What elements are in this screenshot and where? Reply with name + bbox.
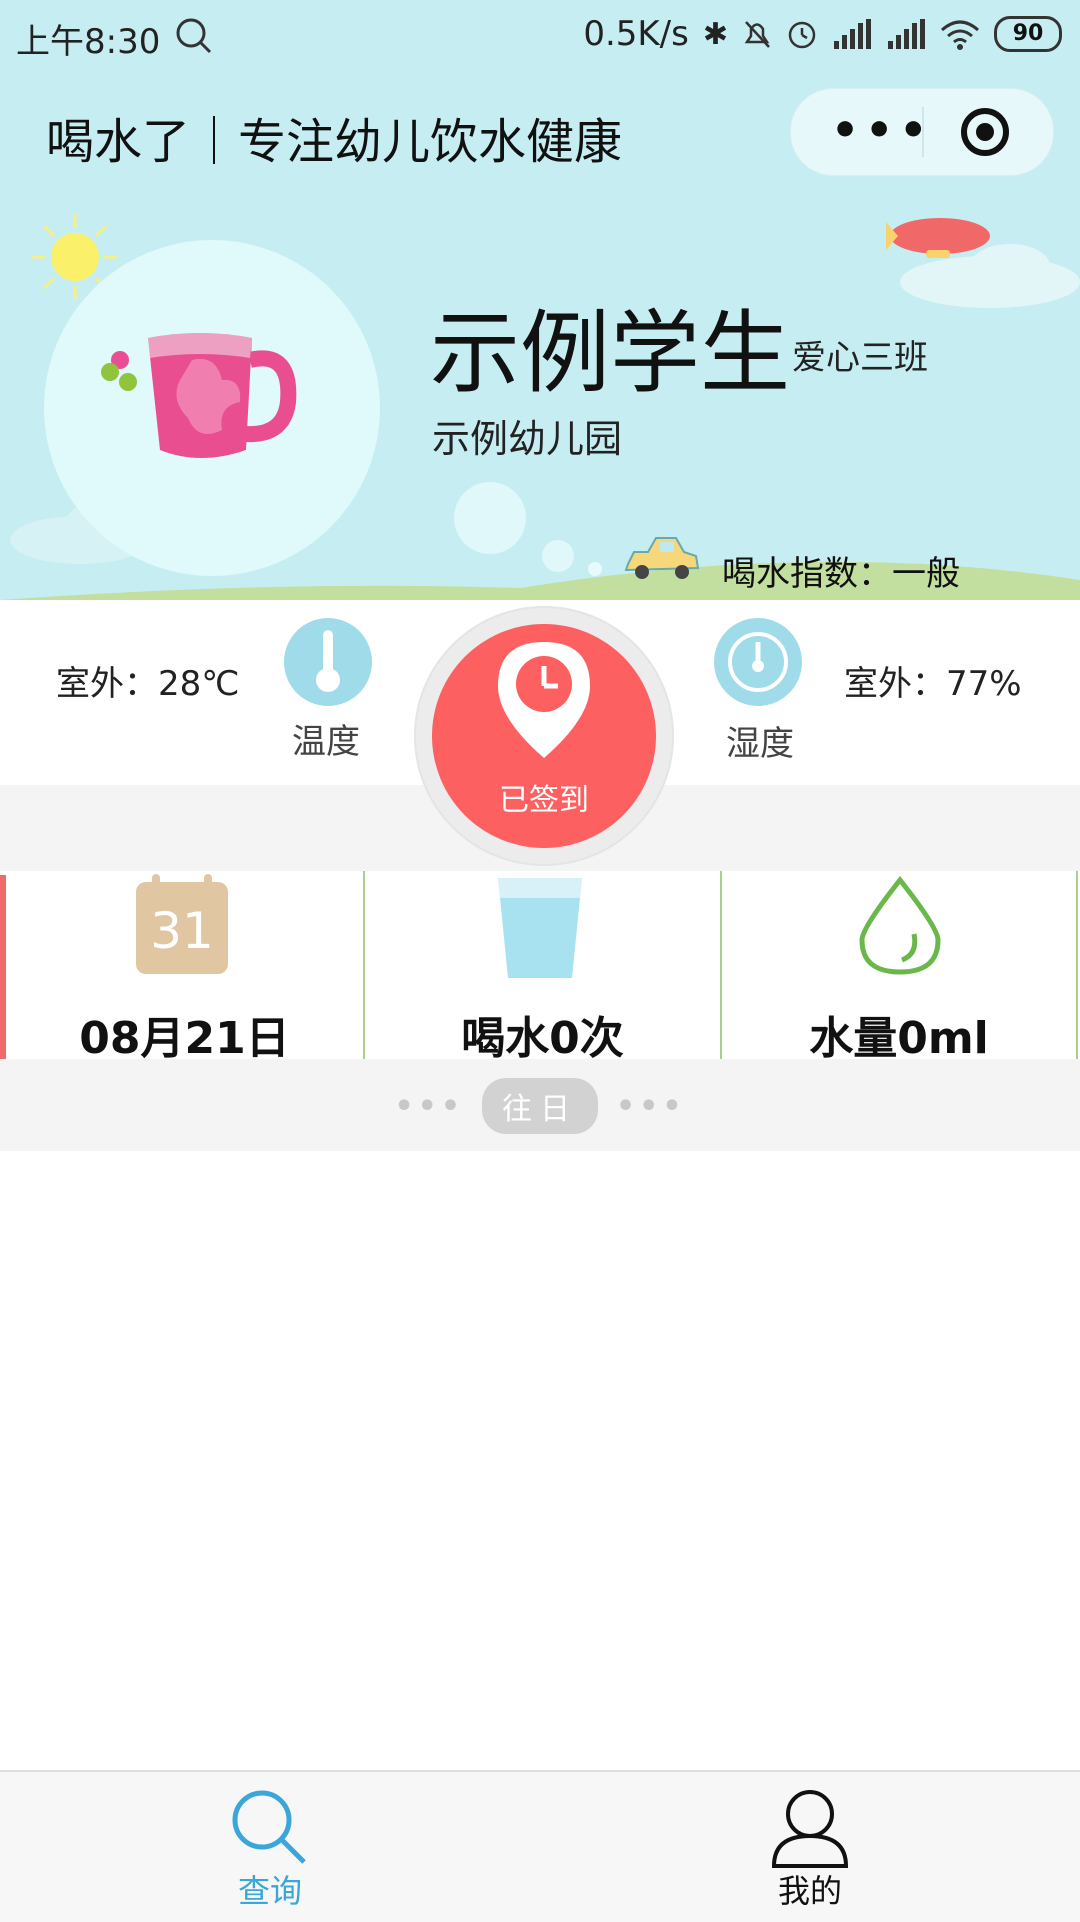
- location-clock-icon: [498, 642, 590, 758]
- water-amount: 水量0ml: [809, 1013, 989, 1064]
- tab-mine[interactable]: 我的: [750, 1782, 870, 1912]
- wifi-icon: [941, 20, 979, 50]
- card-divider: [1076, 871, 1078, 1059]
- calendar-day: 31: [150, 902, 214, 960]
- battery-level: 90: [1012, 21, 1044, 46]
- drink-count: 喝水0次: [461, 1013, 624, 1064]
- school-name: 示例幼儿园: [432, 417, 623, 461]
- temperature-label: 温度: [292, 722, 360, 762]
- search-icon: [176, 18, 212, 54]
- signal-icon: [834, 19, 871, 49]
- bluetooth-icon: ✱: [702, 16, 728, 52]
- history-pager: ••• 往日 •••: [0, 1078, 1080, 1134]
- search-icon: [232, 1790, 306, 1864]
- tab-query[interactable]: 查询: [210, 1782, 330, 1912]
- blimp-icon: [886, 218, 990, 258]
- pager-dots-right: •••: [616, 1088, 686, 1124]
- user-icon: [771, 1790, 849, 1868]
- pager-dots-left: •••: [394, 1088, 464, 1124]
- history-button[interactable]: 往日: [482, 1078, 598, 1134]
- thermometer-icon: [284, 618, 372, 706]
- drink-index: 喝水指数：一般: [722, 554, 960, 594]
- humidity-label: 湿度: [726, 724, 794, 764]
- battery-icon: 90: [994, 16, 1062, 52]
- status-bar: 上午8:30 0.5K/s ✱ 90: [0, 0, 1080, 70]
- alarm-icon: [788, 21, 816, 49]
- capsule-divider: [922, 107, 924, 157]
- avatar[interactable]: [44, 240, 380, 576]
- network-speed: 0.5K/s: [583, 14, 689, 54]
- student-name: 示例学生: [430, 301, 790, 406]
- outdoor-temperature: 室外：28℃: [56, 664, 240, 704]
- tab-query-label: 查询: [237, 1872, 302, 1910]
- more-icon[interactable]: •••: [831, 109, 933, 153]
- checkin-label: 已签到: [499, 783, 589, 818]
- calendar-icon: 31: [136, 874, 228, 974]
- status-right-group: 0.5K/s ✱ 90: [583, 14, 1062, 54]
- status-time: 上午8:30: [16, 22, 161, 62]
- cup-logo-icon: [101, 333, 297, 458]
- mute-icon: [744, 21, 770, 48]
- water-drop-icon: [859, 876, 941, 975]
- target-icon[interactable]: [961, 108, 1009, 156]
- car-icon: [624, 537, 700, 579]
- tab-bar: 查询 我的: [0, 1770, 1080, 1922]
- student-class: 爱心三班: [792, 338, 928, 378]
- date-text: 08月21日: [79, 1013, 290, 1064]
- outdoor-humidity: 室外：77%: [844, 664, 1022, 704]
- mini-program-capsule: •••: [790, 88, 1054, 176]
- tab-mine-label: 我的: [777, 1872, 842, 1910]
- gauge-icon: [714, 618, 802, 706]
- water-glass-icon: [498, 878, 582, 978]
- page-title: 喝水了｜专注幼儿饮水健康: [46, 114, 623, 170]
- signal-icon: [888, 19, 925, 49]
